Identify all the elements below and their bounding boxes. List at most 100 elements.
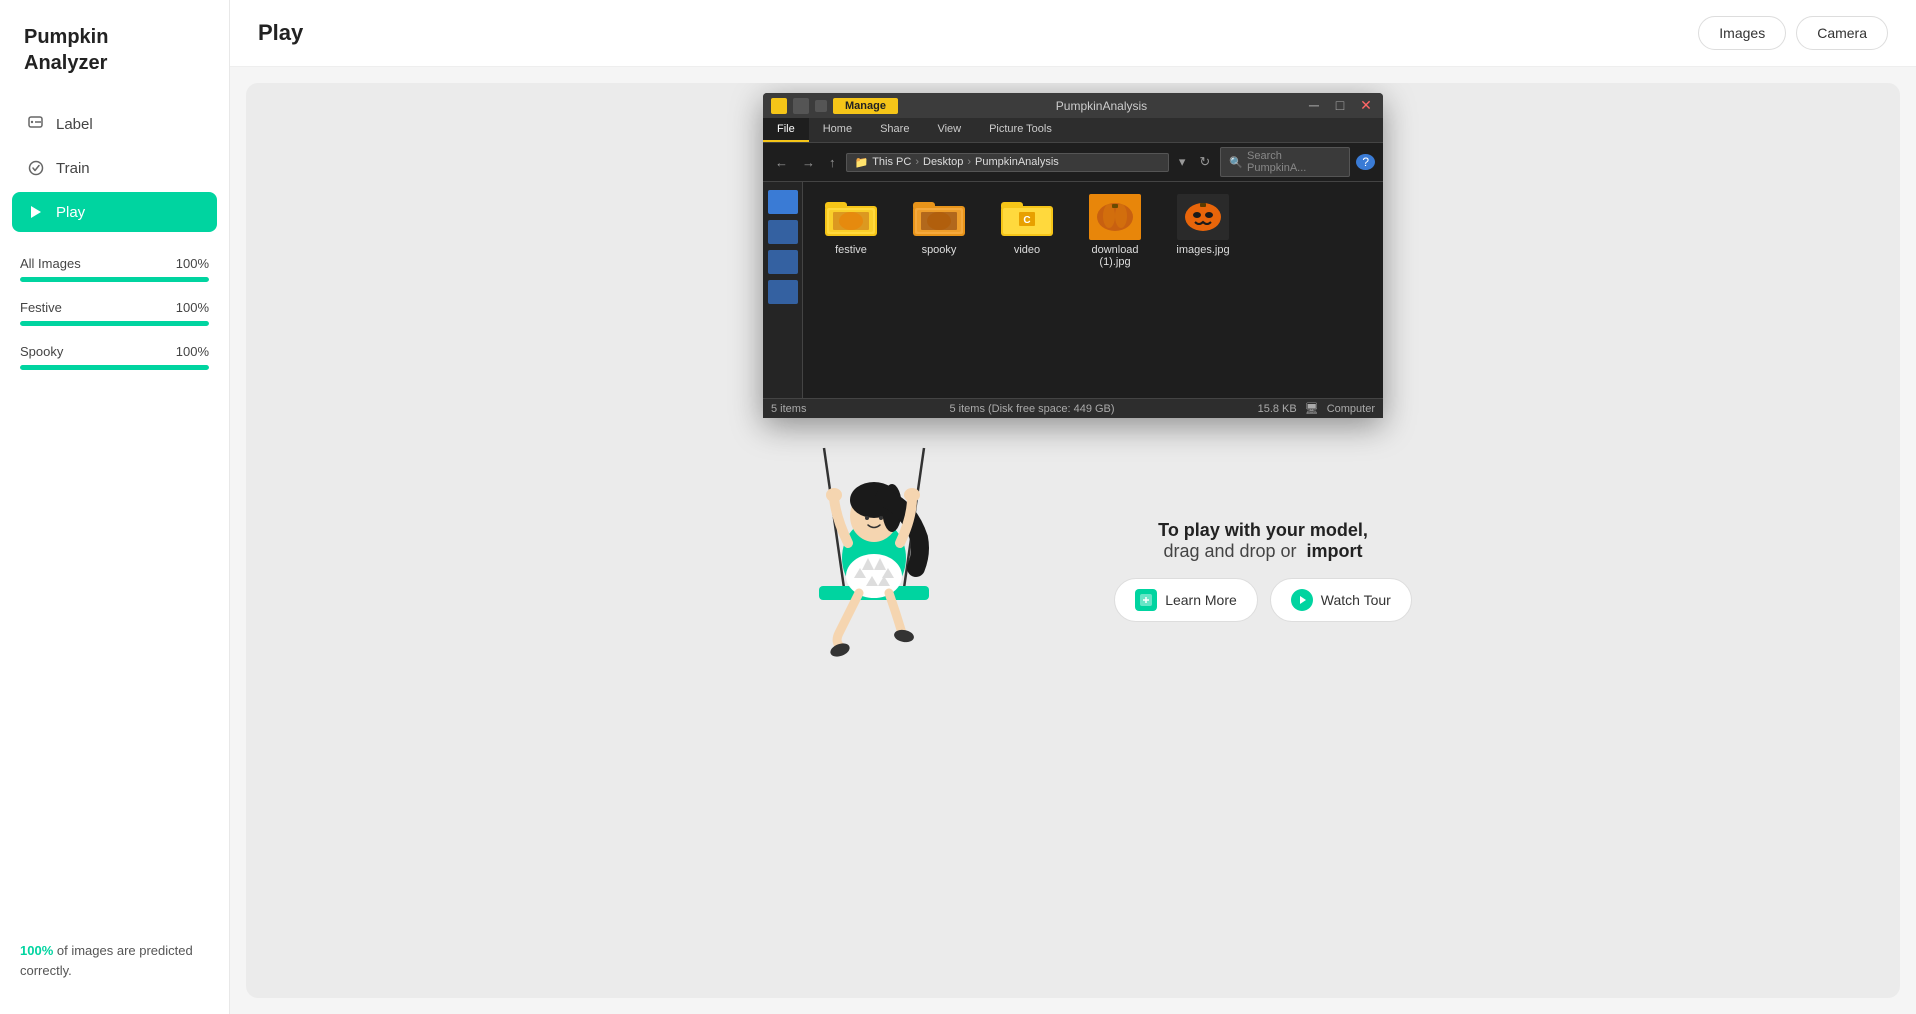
fe-tab-share[interactable]: Share	[866, 118, 923, 142]
stat-label-spooky: Spooky	[20, 344, 63, 359]
app-title: Pumpkin Analyzer	[0, 24, 229, 104]
fe-forward-button[interactable]: →	[798, 153, 819, 172]
fe-titlebar: Manage PumpkinAnalysis ─ □ ✕	[763, 93, 1383, 118]
fe-refresh-button[interactable]: ↻	[1195, 152, 1214, 172]
stat-fill-all	[20, 277, 209, 282]
fe-file-images-label: images.jpg	[1176, 244, 1229, 256]
fe-status-left: 5 items	[771, 403, 806, 415]
fe-side-item-2	[768, 220, 798, 244]
play-buttons: Learn More Watch Tour	[1114, 578, 1412, 622]
fe-back-button[interactable]: ←	[771, 153, 792, 172]
fe-file-images[interactable]: images.jpg	[1167, 194, 1239, 256]
fe-search-bar[interactable]: 🔍 Search PumpkinA...	[1220, 147, 1350, 177]
fe-search-placeholder: Search PumpkinA...	[1247, 150, 1341, 174]
fe-window-title: PumpkinAnalysis	[904, 99, 1299, 113]
import-link[interactable]: import	[1307, 541, 1363, 561]
fe-dropdown-button[interactable]: ▾	[1175, 152, 1190, 172]
fe-status-right: Computer	[1327, 403, 1375, 415]
sidebar-footer: 100% of images are predicted correctly.	[0, 921, 229, 990]
stat-bar-all	[20, 277, 209, 282]
sidebar-play-text: Play	[56, 204, 85, 221]
learn-more-icon	[1135, 589, 1157, 611]
fe-folder-festive-icon	[825, 194, 877, 240]
watch-tour-label: Watch Tour	[1321, 592, 1391, 608]
fe-icon3	[815, 100, 827, 112]
play-illustration	[734, 428, 1014, 713]
watch-tour-icon	[1291, 589, 1313, 611]
maximize-button[interactable]: □	[1331, 97, 1349, 114]
minimize-button[interactable]: ─	[1305, 97, 1323, 114]
fe-file-festive[interactable]: festive	[815, 194, 887, 256]
fe-addressbar: ← → ↑ 📁 This PC › Desktop › PumpkinAnaly…	[763, 143, 1383, 182]
fe-ribbon: File Home Share View Picture Tools	[763, 118, 1383, 143]
fe-side-spacer	[768, 310, 798, 390]
fe-file-download[interactable]: download (1).jpg	[1079, 194, 1151, 268]
stat-spooky: Spooky 100%	[20, 344, 209, 370]
fe-sidebar-panel	[763, 182, 803, 398]
stat-all-images: All Images 100%	[20, 256, 209, 282]
stat-label-all: All Images	[20, 256, 81, 271]
sidebar-train-text: Train	[56, 160, 90, 177]
close-button[interactable]: ✕	[1357, 97, 1375, 114]
fe-status-icon: 🖥	[1305, 402, 1319, 415]
nav-items: Label Train Play	[0, 104, 229, 232]
fe-side-item-4	[768, 280, 798, 304]
stat-fill-festive	[20, 321, 209, 326]
content-row: To play with your model, drag and drop o…	[734, 428, 1412, 713]
sidebar-item-train[interactable]: Train	[12, 148, 217, 188]
fe-body: festive	[763, 182, 1383, 398]
fe-folder-spooky-icon	[913, 194, 965, 240]
stat-pct-all: 100%	[176, 256, 209, 271]
top-bar: Play Images Camera	[230, 0, 1916, 67]
fe-file-video[interactable]: C video	[991, 194, 1063, 256]
camera-button[interactable]: Camera	[1796, 16, 1888, 50]
fe-window-controls: ─ □ ✕	[1305, 97, 1375, 114]
fe-tab-home[interactable]: Home	[809, 118, 866, 142]
stat-pct-festive: 100%	[176, 300, 209, 315]
fe-file-video-label: video	[1014, 244, 1040, 256]
fe-files-area: festive	[803, 182, 1383, 398]
fe-img-images-icon	[1177, 194, 1229, 240]
fe-side-item-3	[768, 250, 798, 274]
fe-icon2	[793, 98, 809, 114]
fe-tab-picture[interactable]: Picture Tools	[975, 118, 1066, 142]
images-button[interactable]: Images	[1698, 16, 1786, 50]
fe-file-download-label: download (1).jpg	[1079, 244, 1151, 268]
fe-help-button[interactable]: ?	[1356, 154, 1375, 170]
stat-fill-spooky	[20, 365, 209, 370]
sidebar-item-label[interactable]: Label	[12, 104, 217, 144]
learn-more-button[interactable]: Learn More	[1114, 578, 1258, 622]
main-content: Play Images Camera Manage PumpkinAnalysi…	[230, 0, 1916, 1014]
learn-more-label: Learn More	[1165, 592, 1237, 608]
fe-path-bar[interactable]: 📁 This PC › Desktop › PumpkinAnalysis	[846, 153, 1169, 172]
stat-bar-spooky	[20, 365, 209, 370]
watch-tour-button[interactable]: Watch Tour	[1270, 578, 1412, 622]
play-instruction: To play with your model, drag and drop o…	[1158, 520, 1368, 562]
sidebar: Pumpkin Analyzer Label Train	[0, 0, 230, 1014]
fe-tab-view[interactable]: View	[923, 118, 975, 142]
fe-manage-tab[interactable]: Manage	[833, 98, 898, 114]
sidebar-label-text: Label	[56, 116, 93, 133]
top-bar-buttons: Images Camera	[1698, 16, 1888, 50]
fe-path-icon: 📁	[855, 156, 869, 169]
file-explorer-window: Manage PumpkinAnalysis ─ □ ✕ File Home S…	[763, 93, 1383, 418]
play-icon	[26, 202, 46, 222]
fe-up-button[interactable]: ↑	[825, 153, 840, 172]
fe-status-size: 15.8 KB	[1258, 403, 1297, 415]
stat-festive: Festive 100%	[20, 300, 209, 326]
fe-file-festive-label: festive	[835, 244, 867, 256]
fe-img-download-icon	[1089, 194, 1141, 240]
fe-path-part2: Desktop	[923, 156, 963, 168]
check-icon	[26, 158, 46, 178]
fe-folder-video-icon: C	[1001, 194, 1053, 240]
fe-file-spooky[interactable]: spooky	[903, 194, 975, 256]
fe-tab-file[interactable]: File	[763, 118, 809, 142]
fe-icon1	[771, 98, 787, 114]
fe-file-spooky-label: spooky	[922, 244, 957, 256]
sidebar-item-play[interactable]: Play	[12, 192, 217, 232]
stat-pct-spooky: 100%	[176, 344, 209, 359]
svg-text:C: C	[1023, 215, 1030, 226]
fe-statusbar: 5 items 5 items (Disk free space: 449 GB…	[763, 398, 1383, 418]
page-title: Play	[258, 20, 303, 46]
play-area[interactable]: Manage PumpkinAnalysis ─ □ ✕ File Home S…	[246, 83, 1900, 998]
